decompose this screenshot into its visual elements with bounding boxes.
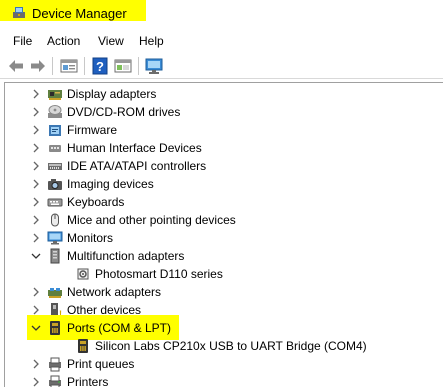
- monitor-icon[interactable]: [144, 56, 164, 76]
- chevron-right-icon[interactable]: [31, 232, 41, 244]
- menu-file[interactable]: File: [13, 34, 32, 48]
- tree-item-label: Firmware: [67, 123, 117, 137]
- tree-item-label: Imaging devices: [67, 177, 154, 191]
- chevron-right-icon[interactable]: [31, 142, 41, 154]
- chevron-right-icon[interactable]: [31, 160, 41, 172]
- tree-item-label: Photosmart D110 series: [95, 267, 223, 281]
- tree-category-row[interactable]: Imaging devices: [5, 175, 443, 193]
- tree-category-row[interactable]: Human Interface Devices: [5, 139, 443, 157]
- forward-icon[interactable]: [28, 56, 48, 76]
- tree-category-row[interactable]: Display adapters: [5, 85, 443, 103]
- chevron-right-icon[interactable]: [31, 124, 41, 136]
- hid-icon: [49, 145, 61, 152]
- ide-controller-icon: [48, 163, 62, 170]
- tree-category-row[interactable]: Firmware: [5, 121, 443, 139]
- toolbar-separator: [84, 57, 85, 75]
- toolbar: ?: [0, 54, 443, 79]
- multifunction-icon: [50, 248, 60, 264]
- back-icon[interactable]: [6, 56, 26, 76]
- device-manager-icon: [13, 7, 25, 18]
- menu-bar: File Action View Help: [0, 30, 443, 52]
- tree-item-label: DVD/CD-ROM drives: [67, 105, 181, 119]
- tree-item-label: Ports (COM & LPT): [67, 321, 172, 335]
- chevron-right-icon[interactable]: [31, 196, 41, 208]
- tree-item-label: Silicon Labs CP210x USB to UART Bridge (…: [95, 339, 367, 353]
- tree-category-row[interactable]: Monitors: [5, 229, 443, 247]
- firmware-icon: [49, 125, 61, 136]
- chevron-right-icon[interactable]: [31, 358, 41, 370]
- tree-category-row[interactable]: Print queues: [5, 355, 443, 373]
- tree-category-row[interactable]: Network adapters: [5, 283, 443, 301]
- printer-device-icon: [77, 268, 89, 280]
- svg-text:?: ?: [96, 59, 104, 74]
- tree-device-row[interactable]: Silicon Labs CP210x USB to UART Bridge (…: [5, 337, 443, 355]
- view-icon[interactable]: [113, 56, 133, 76]
- properties-icon[interactable]: [59, 56, 79, 76]
- mouse-icon: [51, 213, 59, 227]
- tree-item-label: Printers: [67, 375, 109, 387]
- camera-icon: [48, 179, 62, 190]
- printer-icon: [49, 375, 61, 387]
- tree-device-row[interactable]: Photosmart D110 series: [5, 265, 443, 283]
- print-queue-icon: [49, 357, 61, 372]
- tree-item-label: Network adapters: [67, 285, 162, 299]
- network-adapter-icon: [48, 288, 62, 298]
- menu-action[interactable]: Action: [47, 34, 80, 48]
- menu-view[interactable]: View: [98, 34, 124, 48]
- tree-item-label: Monitors: [67, 231, 114, 245]
- tree-category-row[interactable]: Keyboards: [5, 193, 443, 211]
- chevron-right-icon[interactable]: [31, 376, 41, 387]
- menu-help[interactable]: Help: [139, 34, 164, 48]
- tree-category-row[interactable]: Ports (COM & LPT): [5, 315, 443, 340]
- chevron-right-icon[interactable]: [31, 106, 41, 118]
- tree-category-row[interactable]: Multifunction adapters: [5, 247, 443, 265]
- chevron-down-icon[interactable]: [31, 322, 41, 334]
- tree-category-row[interactable]: DVD/CD-ROM drives: [5, 103, 443, 121]
- chevron-right-icon[interactable]: [31, 88, 41, 100]
- tree-item-label: Keyboards: [67, 195, 125, 209]
- display-adapter-icon: [48, 90, 62, 100]
- window-title: Device Manager: [32, 6, 127, 21]
- device-tree[interactable]: Display adapters DVD/CD-ROM drives Firmwar…: [4, 82, 443, 387]
- toolbar-separator: [52, 57, 53, 75]
- port-icon: [78, 339, 88, 353]
- tree-category-row[interactable]: Printers: [5, 373, 443, 387]
- toolbar-separator: [138, 57, 139, 75]
- chevron-right-icon[interactable]: [31, 286, 41, 298]
- tree-item-label: Print queues: [67, 357, 135, 371]
- tree-item-label: Display adapters: [67, 87, 157, 101]
- keyboard-icon: [47, 198, 63, 207]
- tree-category-row[interactable]: Mice and other pointing devices: [5, 211, 443, 229]
- chevron-right-icon[interactable]: [31, 214, 41, 226]
- dvd-drive-icon: [48, 105, 62, 118]
- tree-item-label: Mice and other pointing devices: [67, 213, 236, 227]
- port-icon: [50, 321, 60, 335]
- monitor-icon: [47, 231, 63, 245]
- tree-item-label: Multifunction adapters: [67, 249, 185, 263]
- chevron-down-icon[interactable]: [31, 250, 41, 262]
- tree-category-row[interactable]: IDE ATA/ATAPI controllers: [5, 157, 443, 175]
- tree-item-label: IDE ATA/ATAPI controllers: [67, 159, 207, 173]
- tree-item-label: Human Interface Devices: [67, 141, 202, 155]
- help-icon[interactable]: ?: [90, 56, 110, 76]
- chevron-right-icon[interactable]: [31, 178, 41, 190]
